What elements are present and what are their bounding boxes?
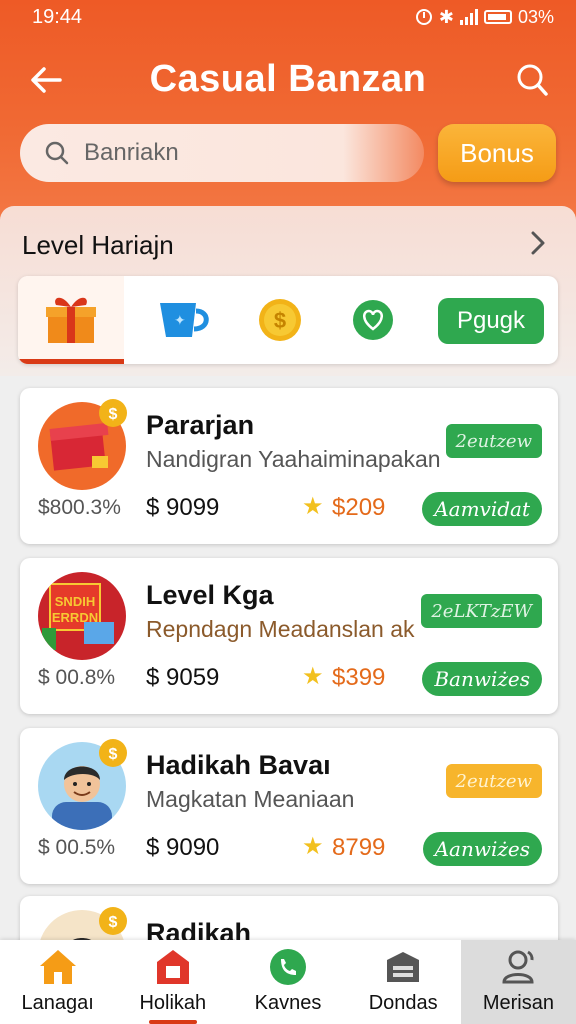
item-name: Hadikah Bavaı <box>146 750 331 780</box>
svg-text:SNDIH: SNDIH <box>55 594 95 609</box>
search-field[interactable] <box>20 124 424 182</box>
title-row: Casual Banzan <box>0 52 576 108</box>
level-title: Level Hariajn <box>22 230 174 260</box>
gift-box-icon <box>46 297 96 343</box>
bonus-button[interactable]: Bonus <box>438 124 556 182</box>
item-reward: $399 <box>332 664 386 691</box>
item-reward: 8799 <box>332 834 386 861</box>
svg-text:$: $ <box>274 308 286 333</box>
tab-coin[interactable]: $ <box>240 276 320 364</box>
battery-icon <box>483 10 512 24</box>
item-action-button[interactable]: Aanwiżes <box>422 832 542 866</box>
nav-label: Holikah <box>139 992 207 1014</box>
cup-icon: ✦ <box>160 303 209 337</box>
poster-icon: SNDIH ERRDN <box>42 583 114 650</box>
list-item[interactable]: SNDIH ERRDN Level Kga Repndagn Meadansla… <box>20 558 558 714</box>
status-icons: ✱ 03% <box>415 7 554 28</box>
heart-icon <box>353 300 393 340</box>
status-time: 19:44 <box>32 5 83 28</box>
coin-badge-icon: $ <box>99 399 127 427</box>
alarm-icon <box>415 9 432 25</box>
nav-label: Lanagaı <box>21 992 94 1014</box>
level-tab-strip: ✦ $ Pgugk <box>18 276 558 364</box>
nav-label: Merisan <box>482 992 554 1014</box>
item-name: Pararjan <box>146 410 255 440</box>
nav-label: Dondas <box>368 992 438 1014</box>
coin-icon: $ <box>259 299 301 341</box>
item-percent: $ 00.8% <box>38 666 116 689</box>
item-price: $ 9090 <box>146 834 220 861</box>
star-icon: ★ <box>302 663 324 690</box>
coin-badge-icon: $ <box>99 907 127 935</box>
tab-cup[interactable]: ✦ <box>144 276 224 364</box>
page-title: Casual Banzan <box>149 58 427 100</box>
tab-favorite[interactable] <box>336 276 410 364</box>
phone-icon <box>270 949 306 985</box>
item-tag: 2eutzew <box>445 764 542 798</box>
list-item[interactable]: $ Hadikah Bavaı Magkatan Meaniaan $ 00.5… <box>20 728 558 884</box>
signal-icon <box>459 9 478 25</box>
home-icon <box>39 950 76 984</box>
item-name: Level Kga <box>146 580 274 610</box>
chevron-right-icon[interactable] <box>526 228 550 258</box>
search-input[interactable] <box>84 139 344 167</box>
tab-gift[interactable] <box>18 276 124 364</box>
level-go-button[interactable]: Pgugk <box>438 298 544 344</box>
bluetooth-icon: ✱ <box>438 6 454 27</box>
svg-text:$: $ <box>109 406 118 423</box>
profile-refresh-icon <box>502 950 534 984</box>
search-icon <box>45 141 69 165</box>
store-icon <box>387 952 420 982</box>
app-header: 19:44 ✱ 03% Casual Banzan Bonus <box>0 0 576 240</box>
search-row: Bonus <box>20 124 556 184</box>
shop-icon <box>156 950 189 984</box>
level-panel: Level Hariajn ✦ $ Pgugk <box>0 206 576 376</box>
item-description: Repndagn Meadanslan ak <box>146 616 415 642</box>
item-price: $ 9059 <box>146 664 220 691</box>
item-tag: 2eutzew <box>445 424 542 458</box>
nav-item-phone[interactable]: Kavnes <box>230 940 345 1024</box>
item-description: Magkatan Meaniaan <box>146 786 355 812</box>
item-reward: $209 <box>332 494 386 521</box>
bottom-nav: Lanagaı Holikah Kavnes Dondas Merisan <box>0 940 576 1024</box>
list-item[interactable]: $ Pararjan Nandigran Yaahaiminapakan $80… <box>20 388 558 544</box>
nav-item-home[interactable]: Lanagaı <box>0 940 115 1024</box>
search-icon <box>517 64 548 96</box>
svg-text:$: $ <box>109 746 118 763</box>
status-bar: 19:44 ✱ 03% <box>0 0 576 34</box>
nav-item-shop[interactable]: Holikah <box>115 940 230 1024</box>
star-icon: ★ <box>302 833 324 860</box>
battery-percent: 03% <box>517 6 554 27</box>
nav-active-indicator <box>149 1020 198 1024</box>
item-action-button[interactable]: Banwiżes <box>422 662 542 696</box>
nav-label: Kavnes <box>254 992 322 1014</box>
item-percent: $800.3% <box>38 496 121 519</box>
item-description: Nandigran Yaahaiminapakan <box>146 446 441 472</box>
svg-text:$: $ <box>109 914 118 931</box>
nav-item-store[interactable]: Dondas <box>346 940 461 1024</box>
item-price: $ 9099 <box>146 494 220 521</box>
item-percent: $ 00.5% <box>38 836 116 859</box>
svg-text:✦: ✦ <box>174 313 186 329</box>
coin-badge-icon: $ <box>99 739 127 767</box>
star-icon: ★ <box>302 493 324 520</box>
nav-item-profile[interactable]: Merisan <box>460 940 576 1024</box>
item-action-button[interactable]: Aamvidat <box>422 492 542 526</box>
item-thumbnail: SNDIH ERRDN <box>38 572 126 660</box>
search-button[interactable] <box>514 62 550 98</box>
item-tag: 2eLKTzEW <box>421 594 542 628</box>
